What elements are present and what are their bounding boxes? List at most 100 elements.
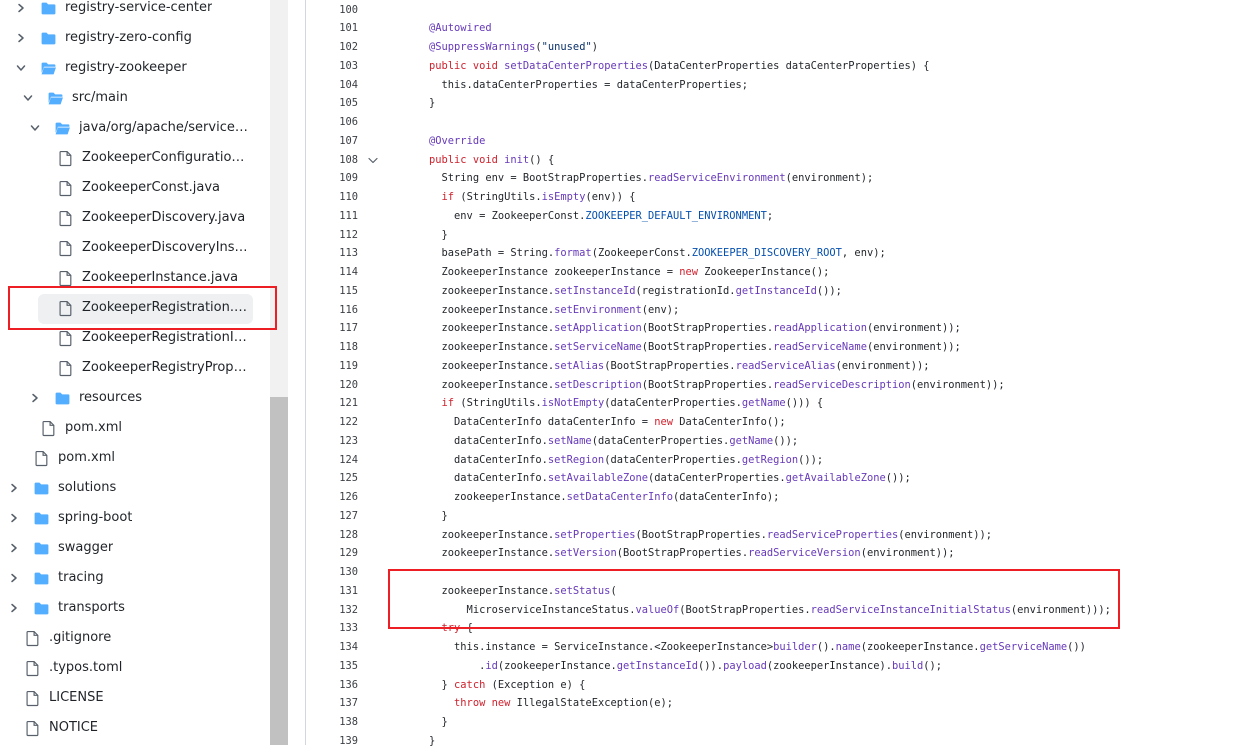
file-icon [57, 180, 74, 197]
chevron-right-icon[interactable] [16, 33, 26, 43]
tree-item-solutions[interactable]: solutions [0, 474, 262, 504]
line-number[interactable]: 139 [306, 732, 358, 751]
file-icon [57, 300, 74, 317]
chevron-down-icon[interactable] [30, 123, 40, 133]
chevron-right-icon[interactable] [9, 543, 19, 553]
line-number[interactable]: 107 [306, 132, 358, 151]
line-number[interactable]: 128 [306, 526, 358, 545]
tree-item-tracing[interactable]: tracing [0, 564, 262, 594]
line-number[interactable]: 111 [306, 207, 358, 226]
tree-item-java-org-apache-servicecom[interactable]: java/org/apache/servicecom... [0, 114, 262, 144]
chevron-down-icon[interactable] [16, 63, 26, 73]
line-number[interactable]: 102 [306, 38, 358, 57]
code-token: setAlias [554, 359, 605, 372]
tree-item-src-main[interactable]: src/main [0, 84, 262, 114]
tree-item-gitignore[interactable]: .gitignore [0, 624, 262, 654]
code-text: zookeeperInstance.setAlias(BootStrapProp… [404, 357, 930, 376]
line-number[interactable]: 135 [306, 657, 358, 676]
chevron-right-icon[interactable] [9, 603, 19, 613]
tree-item-zookeeperdiscoveryinstan[interactable]: ZookeeperDiscoveryInstan... [0, 234, 262, 264]
line-number[interactable]: 129 [306, 544, 358, 563]
chevron-right-icon[interactable] [16, 3, 26, 13]
code-text: @SuppressWarnings("unused") [404, 38, 598, 57]
code-token: isNotEmpty [541, 397, 605, 410]
code-token: build [891, 659, 924, 672]
tree-item-pom-xml[interactable]: pom.xml [0, 414, 262, 444]
line-number[interactable]: 123 [306, 432, 358, 451]
chevron-right-icon[interactable] [9, 513, 19, 523]
tree-item-transports[interactable]: transports [0, 594, 262, 624]
code-token: (environment))); [1010, 603, 1111, 616]
tree-item-registry-zero-config[interactable]: registry-zero-config [0, 24, 262, 54]
line-number[interactable]: 131 [306, 582, 358, 601]
tree-item-zookeeperregistration-java[interactable]: ZookeeperRegistration.java [0, 294, 262, 324]
line-number[interactable]: 119 [306, 357, 358, 376]
tree-item-resources[interactable]: resources [0, 384, 262, 414]
tree-item-zookeeperregistrationinst[interactable]: ZookeeperRegistrationInst... [0, 324, 262, 354]
line-number[interactable]: 110 [306, 188, 358, 207]
line-number[interactable]: 122 [306, 413, 358, 432]
line-number[interactable]: 117 [306, 319, 358, 338]
file-icon [33, 450, 50, 467]
line-number[interactable]: 103 [306, 57, 358, 76]
code-token: if [441, 397, 455, 410]
code-token: getInstanceId [616, 659, 699, 672]
line-number[interactable]: 137 [306, 694, 358, 713]
line-number[interactable]: 109 [306, 169, 358, 188]
tree-item-license[interactable]: LICENSE [0, 684, 262, 714]
tree-item-zookeeperregistryproperti[interactable]: ZookeeperRegistryProperti... [0, 354, 262, 384]
line-number[interactable]: 120 [306, 376, 358, 395]
line-number[interactable]: 100 [306, 1, 358, 20]
line-number[interactable]: 104 [306, 76, 358, 95]
line-number[interactable]: 136 [306, 676, 358, 695]
code-token: (zookeeperInstance. [497, 659, 617, 672]
line-number[interactable]: 101 [306, 19, 358, 38]
code-token: valueOf [635, 603, 680, 616]
code-line: 122 DataCenterInfo dataCenterInfo = new … [306, 413, 1235, 432]
tree-item-spring-boot[interactable]: spring-boot [0, 504, 262, 534]
code-token: (dataCenterProperties. [591, 434, 730, 447]
line-number[interactable]: 127 [306, 507, 358, 526]
line-number[interactable]: 113 [306, 244, 358, 263]
line-number[interactable]: 108 [306, 151, 358, 170]
line-number[interactable]: 130 [306, 563, 358, 582]
line-number[interactable]: 118 [306, 338, 358, 357]
line-number[interactable]: 112 [306, 226, 358, 245]
code-line: 139 } [306, 732, 1235, 751]
line-number[interactable]: 106 [306, 113, 358, 132]
tree-item-zookeeperconst-java[interactable]: ZookeeperConst.java [0, 174, 262, 204]
line-number[interactable]: 126 [306, 488, 358, 507]
tree-item-swagger[interactable]: swagger [0, 534, 262, 564]
line-number[interactable]: 132 [306, 601, 358, 620]
chevron-right-icon[interactable] [9, 573, 19, 583]
line-number[interactable]: 121 [306, 394, 358, 413]
tree-item-pom-xml[interactable]: pom.xml [0, 444, 262, 474]
code-text: } [404, 732, 435, 751]
line-number[interactable]: 114 [306, 263, 358, 282]
line-number[interactable]: 116 [306, 301, 358, 320]
tree-item-zookeeperconfiguration-ja[interactable]: ZookeeperConfiguration.ja... [0, 144, 262, 174]
code-token: . [404, 659, 486, 672]
line-number[interactable]: 115 [306, 282, 358, 301]
line-number[interactable]: 138 [306, 713, 358, 732]
line-number[interactable]: 105 [306, 94, 358, 113]
code-token: void [472, 59, 498, 72]
chevron-down-icon[interactable] [23, 93, 33, 103]
code-token: "unused" [541, 41, 592, 53]
tree-item-zookeeperdiscovery-java[interactable]: ZookeeperDiscovery.java [0, 204, 262, 234]
line-number[interactable]: 124 [306, 451, 358, 470]
line-number[interactable]: 133 [306, 619, 358, 638]
tree-item-typos-toml[interactable]: .typos.toml [0, 654, 262, 684]
tree-item-zookeeperinstance-java[interactable]: ZookeeperInstance.java [0, 264, 262, 294]
sidebar-scrollbar-thumb[interactable] [270, 397, 288, 745]
line-number[interactable]: 125 [306, 469, 358, 488]
code-viewer: 100 101 @Autowired 102 @SuppressWarnings("… [306, 0, 1235, 747]
chevron-right-icon[interactable] [30, 393, 40, 403]
tree-item-notice[interactable]: NOTICE [0, 714, 262, 744]
chevron-right-icon[interactable] [9, 483, 19, 493]
fold-chevron-icon[interactable] [368, 157, 378, 165]
code-token: getName [729, 434, 774, 447]
line-number[interactable]: 134 [306, 638, 358, 657]
tree-item-registry-service-center[interactable]: registry-service-center [0, 0, 262, 24]
tree-item-registry-zookeeper[interactable]: registry-zookeeper [0, 54, 262, 84]
